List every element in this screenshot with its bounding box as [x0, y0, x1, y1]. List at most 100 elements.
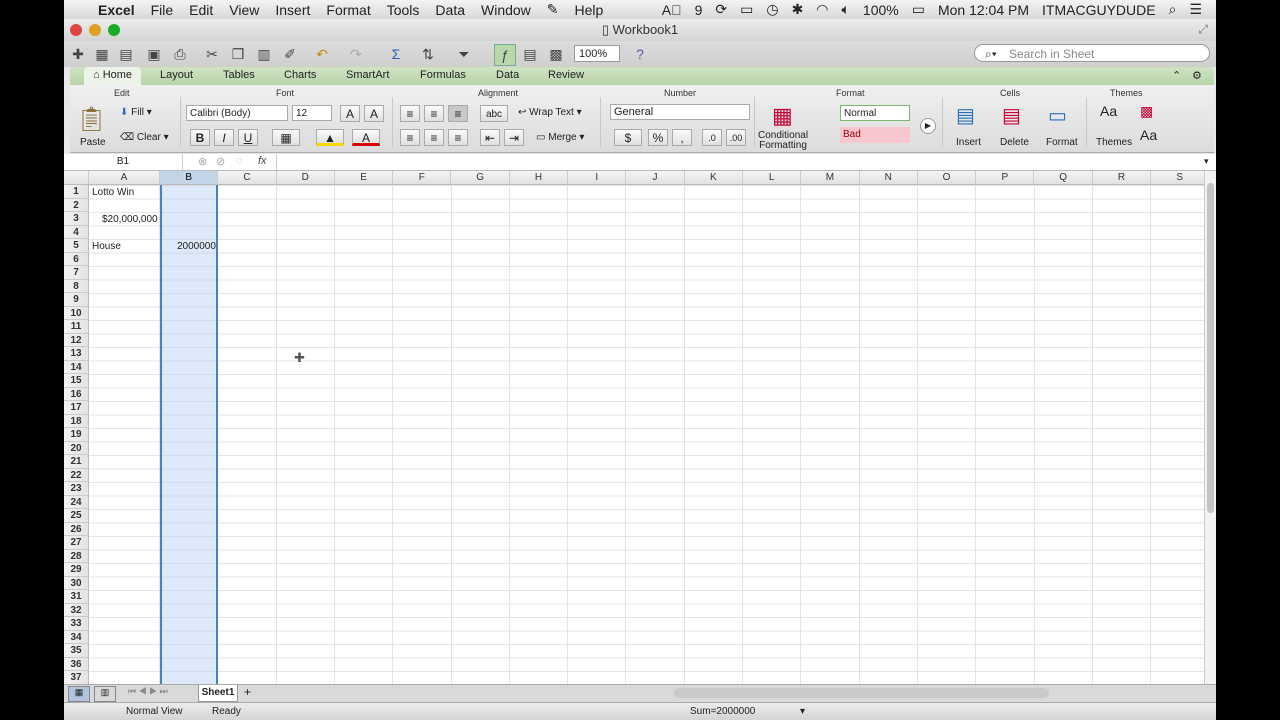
- row-header-22[interactable]: 22: [64, 468, 89, 482]
- menu-tools[interactable]: Tools: [387, 2, 420, 18]
- row-header-35[interactable]: 35: [64, 644, 89, 658]
- status-menu-number[interactable]: 9: [695, 2, 703, 18]
- sort-icon[interactable]: ⇅: [418, 44, 438, 64]
- row-header-9[interactable]: 9: [64, 293, 89, 307]
- wrap-text-button[interactable]: ↩ Wrap Text ▾: [518, 107, 582, 118]
- autosum-icon[interactable]: Σ: [386, 44, 406, 64]
- time-machine-icon[interactable]: ◷: [766, 1, 778, 18]
- merge-button[interactable]: ▭ Merge ▾: [536, 132, 584, 143]
- column-header-p[interactable]: P: [976, 171, 1035, 184]
- fullscreen-icon[interactable]: ⤢: [1198, 22, 1208, 37]
- volume-icon[interactable]: 🔈︎: [842, 1, 850, 18]
- theme-colors-icon[interactable]: ▩: [1140, 103, 1153, 120]
- column-header-f[interactable]: F: [393, 171, 452, 184]
- row-header-14[interactable]: 14: [64, 360, 89, 374]
- filter-icon[interactable]: ⏷: [454, 44, 474, 64]
- sync-icon[interactable]: ⟳: [715, 1, 727, 18]
- italic-button[interactable]: I: [214, 129, 234, 146]
- row-header-6[interactable]: 6: [64, 252, 89, 266]
- column-header-e[interactable]: E: [335, 171, 394, 184]
- row-header-11[interactable]: 11: [64, 320, 89, 334]
- sheet-nav-icon[interactable]: ⏮ ◀ ▶ ⏭: [128, 686, 168, 697]
- tab-tables[interactable]: Tables: [223, 69, 255, 81]
- delete-cells-icon[interactable]: ▤: [1002, 103, 1021, 128]
- row-header-28[interactable]: 28: [64, 549, 89, 563]
- page-layout-view-icon[interactable]: ▥: [94, 686, 116, 702]
- conditional-formatting-icon[interactable]: ▦: [772, 103, 793, 129]
- clear-button[interactable]: ⌫ Clear ▾: [120, 132, 169, 143]
- comma-button[interactable]: ,: [672, 129, 692, 146]
- insert-cells-icon[interactable]: ▤: [956, 103, 975, 128]
- show-gallery-icon[interactable]: ▤: [520, 44, 540, 64]
- row-header-7[interactable]: 7: [64, 266, 89, 280]
- spotlight-icon[interactable]: ⌕: [1169, 1, 1177, 18]
- redo-icon[interactable]: ↷: [346, 44, 366, 64]
- battery-icon[interactable]: ▭: [912, 1, 925, 18]
- insert-button[interactable]: Insert: [956, 137, 981, 148]
- style-normal[interactable]: Normal: [840, 105, 910, 121]
- airplay-icon[interactable]: ▭: [740, 1, 753, 18]
- row-header-12[interactable]: 12: [64, 333, 89, 347]
- battery-percent[interactable]: 100%: [863, 2, 899, 18]
- cell-a5[interactable]: House: [92, 241, 121, 252]
- align-bottom-icon[interactable]: ≡: [448, 105, 468, 122]
- row-header-5[interactable]: 5: [64, 239, 89, 253]
- decrease-indent-icon[interactable]: ⇤: [480, 129, 500, 146]
- templates-icon[interactable]: ▦: [92, 44, 112, 64]
- open-icon[interactable]: ▤: [116, 44, 136, 64]
- user-name[interactable]: ITMACGUYDUDE: [1042, 2, 1156, 18]
- number-format-select[interactable]: General: [610, 104, 750, 120]
- row-header-32[interactable]: 32: [64, 603, 89, 617]
- column-header-j[interactable]: J: [626, 171, 685, 184]
- add-sheet-icon[interactable]: +: [244, 685, 251, 699]
- wifi-icon[interactable]: ◠: [816, 1, 828, 18]
- row-header-1[interactable]: 1: [64, 185, 89, 199]
- row-header-36[interactable]: 36: [64, 657, 89, 671]
- zoom-select[interactable]: 100%: [574, 45, 620, 62]
- row-header-3[interactable]: 3: [64, 212, 89, 226]
- toolbox-icon[interactable]: ▩: [546, 44, 566, 64]
- status-sum[interactable]: Sum=2000000: [690, 706, 755, 717]
- cut-icon[interactable]: ✂: [202, 44, 222, 64]
- horizontal-scroll-thumb[interactable]: [674, 688, 1049, 698]
- status-menu-icon[interactable]: A⃞: [662, 2, 682, 18]
- vertical-scroll-thumb[interactable]: [1207, 183, 1214, 513]
- row-header-16[interactable]: 16: [64, 387, 89, 401]
- row-header-23[interactable]: 23: [64, 482, 89, 496]
- row-header-24[interactable]: 24: [64, 495, 89, 509]
- fx-label[interactable]: fx: [258, 155, 267, 167]
- row-header-15[interactable]: 15: [64, 374, 89, 388]
- cell-b5[interactable]: 2000000: [177, 241, 216, 252]
- enter-icon[interactable]: ⊘: [216, 155, 225, 168]
- tab-home[interactable]: ⌂ Home: [84, 67, 142, 85]
- align-middle-icon[interactable]: ≡: [424, 105, 444, 122]
- print-icon[interactable]: ⎙: [170, 44, 190, 64]
- row-header-33[interactable]: 33: [64, 617, 89, 631]
- row-header-18[interactable]: 18: [64, 414, 89, 428]
- vertical-scrollbar[interactable]: [1204, 171, 1216, 684]
- underline-button[interactable]: U: [238, 129, 258, 146]
- row-header-30[interactable]: 30: [64, 576, 89, 590]
- row-header-17[interactable]: 17: [64, 401, 89, 415]
- column-header-c[interactable]: C: [218, 171, 277, 184]
- percent-button[interactable]: %: [648, 129, 668, 146]
- decrease-decimal-icon[interactable]: .00: [726, 129, 746, 146]
- column-header-q[interactable]: Q: [1035, 171, 1093, 184]
- style-bad[interactable]: Bad: [840, 127, 910, 143]
- row-header-21[interactable]: 21: [64, 455, 89, 469]
- column-header-h[interactable]: H: [510, 171, 569, 184]
- column-header-o[interactable]: O: [918, 171, 977, 184]
- expand-formula-icon[interactable]: ▾: [1204, 156, 1209, 167]
- paste-clipboard-icon[interactable]: 📋︎: [76, 105, 106, 134]
- format-cells-icon[interactable]: ▭: [1048, 103, 1067, 128]
- row-header-25[interactable]: 25: [64, 509, 89, 523]
- bold-button[interactable]: B: [190, 129, 210, 146]
- column-header-n[interactable]: N: [860, 171, 918, 184]
- tab-layout[interactable]: Layout: [160, 69, 193, 81]
- themes-button[interactable]: Themes: [1096, 137, 1132, 148]
- format-painter-icon[interactable]: ✐: [280, 44, 300, 64]
- align-left-icon[interactable]: ≡: [400, 129, 420, 146]
- tab-charts[interactable]: Charts: [284, 69, 316, 81]
- insert-function-icon[interactable]: ◌: [236, 155, 243, 167]
- themes-icon[interactable]: Aa: [1100, 103, 1117, 119]
